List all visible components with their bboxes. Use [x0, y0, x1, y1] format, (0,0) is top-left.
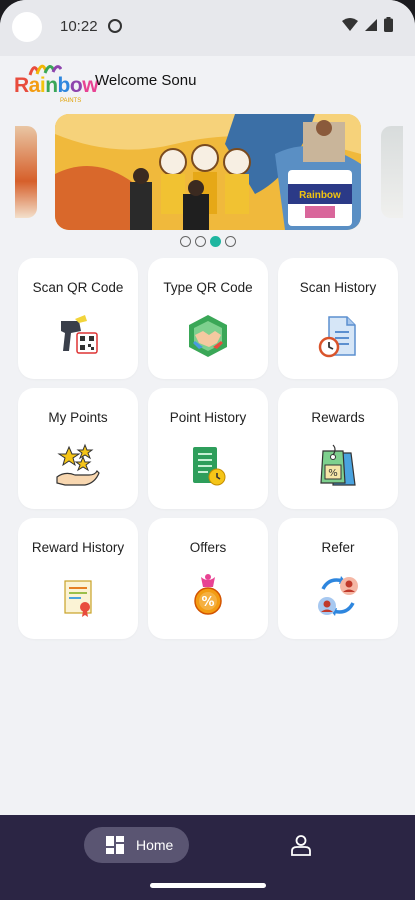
tile-label: Scan QR Code [32, 280, 124, 295]
carousel-dot[interactable] [194, 236, 206, 247]
carousel-indicator [0, 236, 415, 247]
handshake-icon [189, 315, 227, 357]
tile-my-points[interactable]: My Points [18, 388, 138, 509]
brand-logo[interactable]: Rainbow PAINTS [14, 60, 99, 104]
notification-icon [108, 19, 122, 33]
dashboard-icon [106, 836, 124, 854]
status-bar: 10:22 [0, 0, 415, 56]
welcome-text: Welcome Sonu [95, 72, 197, 89]
carousel-dot[interactable] [224, 236, 236, 247]
nav-home-button[interactable]: Home [84, 827, 189, 863]
discount-tags-icon: % [320, 444, 356, 486]
tile-scan-qr-code[interactable]: Scan QR Code [18, 258, 138, 379]
battery-icon [384, 17, 393, 32]
tile-refer[interactable]: Refer [278, 518, 398, 639]
tile-label: Refer [321, 540, 355, 555]
medal-icon: % [194, 574, 222, 615]
barcode-scanner-icon [61, 315, 98, 354]
banner-next-slide[interactable] [381, 126, 403, 218]
banner-image: Rainbow [55, 114, 361, 230]
brand-logo-text: Rainbow [14, 74, 99, 97]
tile-label: Reward History [31, 540, 125, 555]
tile-label: My Points [48, 410, 108, 425]
tile-type-qr-code[interactable]: Type QR Code [148, 258, 268, 379]
brand-logo-subtext: PAINTS [60, 98, 82, 104]
camera-cutout [12, 12, 42, 42]
banner-prev-slide[interactable] [15, 126, 37, 218]
home-indicator[interactable] [150, 883, 266, 888]
tile-rewards[interactable]: Rewards % [278, 388, 398, 509]
percent-symbol: % [201, 595, 214, 610]
nav-home-label: Home [136, 837, 174, 853]
ledger-clock-icon [193, 447, 226, 486]
tile-point-history[interactable]: Point History [148, 388, 268, 509]
history-document-icon [318, 316, 356, 358]
feature-grid: Scan QR Code Type QR Code Scan History M… [18, 258, 399, 639]
banner-slide[interactable]: Rainbow [55, 114, 361, 230]
banner-carousel[interactable]: Rainbow [0, 114, 415, 232]
tile-label: Offers [189, 540, 227, 555]
signal-icon [365, 18, 377, 31]
percent-symbol: % [328, 468, 338, 479]
profile-icon[interactable] [290, 834, 312, 856]
tile-label: Scan History [299, 280, 377, 295]
carousel-dot-active[interactable] [209, 236, 221, 247]
wifi-icon [342, 17, 358, 31]
refer-users-icon [318, 576, 358, 616]
app-header: Rainbow PAINTS Welcome Sonu [0, 56, 415, 108]
tile-offers[interactable]: Offers % [148, 518, 268, 639]
stars-hand-icon [56, 443, 100, 486]
tile-label: Type QR Code [163, 280, 253, 295]
tile-label: Rewards [311, 410, 365, 425]
tile-label: Point History [169, 410, 247, 425]
tile-scan-history[interactable]: Scan History [278, 258, 398, 379]
tile-reward-history[interactable]: Reward History [18, 518, 138, 639]
app-screen: 10:22 Rainbow PAINTS Welcome Sonu Rainbo… [0, 0, 415, 900]
status-time: 10:22 [60, 18, 98, 35]
certificate-icon [64, 580, 92, 617]
carousel-dot[interactable] [179, 236, 191, 247]
banner-product-label: Rainbow [299, 190, 341, 201]
